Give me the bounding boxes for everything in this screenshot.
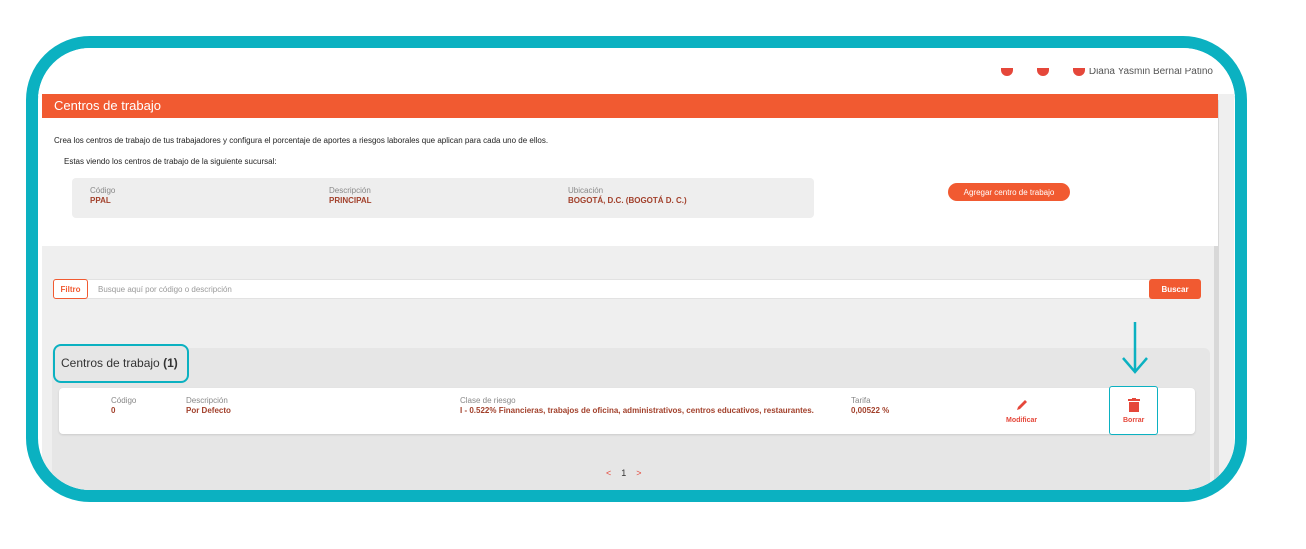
add-work-center-button[interactable]: Agregar centro de trabajo bbox=[948, 183, 1070, 201]
user-name: Diana Yasmin Bernal Patiño bbox=[1088, 68, 1213, 76]
row-description: Descripción Por Defecto bbox=[186, 396, 231, 415]
branch-info-box: Código PPAL Descripción PRINCIPAL Ubicac… bbox=[72, 178, 814, 218]
branch-code-value: PPAL bbox=[90, 196, 111, 205]
row-code: Código 0 bbox=[111, 396, 136, 415]
page-title: Centros de trabajo bbox=[42, 94, 1218, 118]
modify-label: Modificar bbox=[1006, 417, 1038, 424]
row-risk-value: I - 0.522% Financieras, trabajos de ofic… bbox=[460, 406, 814, 415]
branch-loc-label: Ubicación bbox=[568, 186, 604, 195]
list-title: Centros de trabajo (1) bbox=[53, 344, 189, 383]
list-title-text: Centros de trabajo bbox=[61, 356, 160, 370]
filter-bar: Filtro Buscar bbox=[53, 279, 1201, 299]
row-desc-label: Descripción bbox=[186, 396, 228, 405]
prev-page-button[interactable]: < bbox=[606, 468, 611, 478]
list-count: (1) bbox=[163, 356, 178, 370]
search-button[interactable]: Buscar bbox=[1149, 279, 1201, 299]
row-code-value: 0 bbox=[111, 406, 116, 415]
branch-loc-value: BOGOTÁ, D.C. (BOGOTÁ D. C.) bbox=[568, 196, 687, 205]
modify-button[interactable]: Modificar bbox=[1006, 398, 1037, 424]
branch-code-label: Código bbox=[90, 186, 116, 195]
branch-desc-value: PRINCIPAL bbox=[329, 196, 372, 205]
top-bar: Diana Yasmin Bernal Patiño bbox=[38, 48, 1235, 96]
trash-icon bbox=[1127, 398, 1140, 412]
intro-text: Crea los centros de trabajo de tus traba… bbox=[54, 136, 549, 145]
row-code-label: Código bbox=[111, 396, 137, 405]
arrow-down-icon bbox=[1122, 322, 1148, 374]
user-avatar-icon bbox=[1072, 68, 1085, 76]
branch-intro-text: Estas viendo los centros de trabajo de l… bbox=[64, 157, 277, 166]
branch-description: Descripción PRINCIPAL bbox=[329, 186, 372, 205]
search-input[interactable] bbox=[98, 282, 1148, 296]
delete-button[interactable]: Borrar bbox=[1123, 398, 1144, 424]
table-row: Código 0 Descripción Por Defecto Clase d… bbox=[59, 386, 1195, 435]
row-rate-label: Tarifa bbox=[851, 396, 871, 405]
row-rate: Tarifa 0,00522 % bbox=[851, 396, 889, 415]
next-page-button[interactable]: > bbox=[636, 468, 641, 478]
filter-button[interactable]: Filtro bbox=[53, 279, 88, 299]
notification-icon[interactable] bbox=[1000, 68, 1013, 76]
delete-label: Borrar bbox=[1123, 417, 1145, 424]
pagination: < 1 > bbox=[606, 468, 642, 478]
current-page[interactable]: 1 bbox=[621, 468, 626, 478]
row-rate-value: 0,00522 % bbox=[851, 406, 890, 415]
row-risk-label: Clase de riesgo bbox=[460, 396, 516, 405]
app-viewport: Diana Yasmin Bernal Patiño Centros de tr… bbox=[38, 48, 1235, 490]
user-menu[interactable]: Diana Yasmin Bernal Patiño bbox=[1072, 68, 1213, 76]
branch-code: Código PPAL bbox=[90, 186, 115, 205]
help-icon[interactable] bbox=[1036, 68, 1049, 76]
branch-desc-label: Descripción bbox=[329, 186, 371, 195]
branch-location: Ubicación BOGOTÁ, D.C. (BOGOTÁ D. C.) bbox=[568, 186, 687, 205]
work-centers-card: Centros de trabajo Crea los centros de t… bbox=[42, 94, 1218, 246]
highlight-frame: Diana Yasmin Bernal Patiño Centros de tr… bbox=[26, 36, 1247, 502]
row-desc-value: Por Defecto bbox=[186, 406, 231, 415]
pencil-icon bbox=[1016, 400, 1027, 410]
topbar-icons: Diana Yasmin Bernal Patiño bbox=[1000, 68, 1213, 76]
row-risk-class: Clase de riesgo I - 0.522% Financieras, … bbox=[460, 396, 814, 415]
